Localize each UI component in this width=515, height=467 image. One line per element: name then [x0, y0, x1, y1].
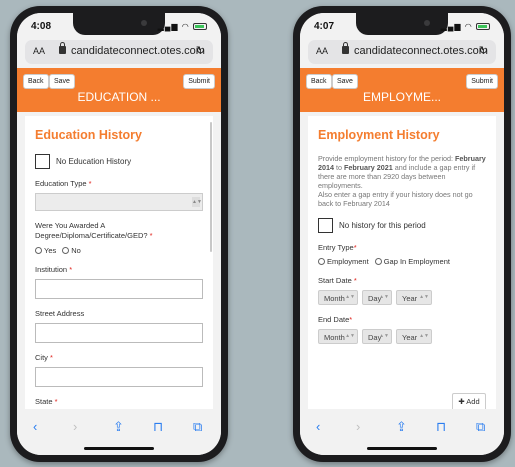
battery-icon — [193, 23, 207, 31]
url-host[interactable]: candidateconnect.otes.com — [354, 45, 488, 57]
end-day-select[interactable]: Day ▲▼ — [362, 329, 392, 344]
forward-nav-icon[interactable]: › — [356, 419, 360, 434]
phone-employment: 4:07 ▂▄▆ ◠ AA candidateconnect.otes.com … — [293, 6, 511, 462]
address-bar[interactable]: AA candidateconnect.otes.com ↻ — [308, 40, 496, 64]
yes-label: Yes — [44, 246, 57, 255]
status-icons: ▂▄▆ ◠ — [158, 22, 207, 31]
address-bar[interactable]: AA candidateconnect.otes.com ↻ — [25, 40, 213, 64]
gap-label: Gap In Employment — [383, 257, 450, 266]
status-icons: ▂▄▆ ◠ — [441, 22, 490, 31]
no-radio[interactable] — [62, 247, 70, 254]
reader-aa-button[interactable]: AA — [33, 46, 45, 56]
save-button[interactable]: Save — [332, 74, 358, 89]
employment-form: Employment History Provide employment hi… — [308, 116, 496, 409]
save-button[interactable]: Save — [49, 74, 75, 89]
status-time: 4:08 — [31, 21, 52, 32]
street-label: Street Address — [35, 309, 85, 318]
no-education-checkbox[interactable] — [35, 154, 50, 169]
end-year-select[interactable]: Year ▲▼ — [396, 329, 432, 344]
end-month-select[interactable]: Month ▲▼ — [318, 329, 358, 344]
tabs-icon[interactable]: ⧉ — [193, 419, 202, 435]
page-title: EDUCATION ... — [77, 90, 161, 104]
reload-icon[interactable]: ↻ — [196, 44, 205, 57]
bookmarks-icon[interactable]: ⊓ — [153, 419, 163, 435]
add-entry-button[interactable]: ✚ Add — [452, 393, 486, 409]
reader-aa-button[interactable]: AA — [316, 46, 328, 56]
employment-label: Employment — [327, 257, 369, 266]
browser-toolbar: ‹ › ⇪ ⊓ ⧉ — [300, 409, 504, 455]
start-month-select[interactable]: Month ▲▼ — [318, 290, 358, 305]
reload-icon[interactable]: ↻ — [479, 44, 488, 57]
notch — [356, 13, 448, 35]
back-button[interactable]: Back — [23, 74, 49, 89]
education-type-label: Education Type * — [35, 179, 92, 188]
street-input[interactable] — [35, 323, 203, 343]
status-bar: 4:08 ▂▄▆ ◠ — [17, 13, 221, 39]
start-year-select[interactable]: Year ▲▼ — [396, 290, 432, 305]
battery-icon — [476, 23, 490, 31]
phone-education: 4:08 ▂▄▆ ◠ AA candidateconnect.otes.com … — [10, 6, 228, 462]
tabs-icon[interactable]: ⧉ — [476, 419, 485, 435]
no-history-label: No history for this period — [339, 221, 426, 230]
notch — [73, 13, 165, 35]
city-input[interactable] — [35, 367, 203, 387]
back-button[interactable]: Back — [306, 74, 332, 89]
back-nav-icon[interactable]: ‹ — [33, 419, 37, 434]
page-title: EMPLOYME... — [362, 90, 442, 104]
scrollbar[interactable] — [210, 122, 212, 252]
state-label: State * — [35, 397, 58, 406]
submit-button[interactable]: Submit — [466, 74, 498, 89]
awarded-label: Were You Awarded A Degree/Diploma/Certif… — [35, 221, 153, 240]
institution-input[interactable] — [35, 279, 203, 299]
city-label: City * — [35, 353, 53, 362]
section-heading: Education History — [35, 128, 142, 142]
section-heading: Employment History — [318, 128, 440, 142]
lock-icon — [59, 42, 66, 54]
url-host[interactable]: candidateconnect.otes.com — [71, 45, 205, 57]
start-day-select[interactable]: Day ▲▼ — [362, 290, 392, 305]
status-time: 4:07 — [314, 21, 335, 32]
home-indicator — [84, 447, 154, 450]
back-nav-icon[interactable]: ‹ — [316, 419, 320, 434]
yes-radio[interactable] — [35, 247, 42, 254]
browser-toolbar: ‹ › ⇪ ⊓ ⧉ — [17, 409, 221, 455]
screen: 4:07 ▂▄▆ ◠ AA candidateconnect.otes.com … — [300, 13, 504, 455]
forward-nav-icon[interactable]: › — [73, 419, 77, 434]
app-header: Back Save Submit EMPLOYME... — [300, 68, 504, 112]
education-form: Education History No Education History E… — [25, 116, 213, 409]
no-history-checkbox[interactable] — [318, 218, 333, 233]
institution-label: Institution * — [35, 265, 73, 274]
home-indicator — [367, 447, 437, 450]
entry-type-label: Entry Type* — [318, 243, 357, 252]
plus-icon: ✚ — [458, 397, 465, 406]
bookmarks-icon[interactable]: ⊓ — [436, 419, 446, 435]
start-date-label: Start Date * — [318, 276, 357, 285]
screen: 4:08 ▂▄▆ ◠ AA candidateconnect.otes.com … — [17, 13, 221, 455]
no-education-label: No Education History — [56, 157, 132, 166]
education-type-select[interactable]: ▲▼ — [35, 193, 203, 211]
select-caret-icon: ▲▼ — [192, 197, 202, 207]
share-icon[interactable]: ⇪ — [113, 419, 124, 435]
instructions-text: Provide employment history for the perio… — [318, 154, 486, 208]
no-label: No — [71, 246, 81, 255]
employment-radio[interactable] — [318, 258, 325, 265]
status-bar: 4:07 ▂▄▆ ◠ — [300, 13, 504, 39]
submit-button[interactable]: Submit — [183, 74, 215, 89]
app-header: Back Save Submit EDUCATION ... — [17, 68, 221, 112]
gap-radio[interactable] — [374, 258, 382, 265]
lock-icon — [342, 42, 349, 54]
share-icon[interactable]: ⇪ — [396, 419, 407, 435]
end-date-label: End Date* — [318, 315, 353, 324]
